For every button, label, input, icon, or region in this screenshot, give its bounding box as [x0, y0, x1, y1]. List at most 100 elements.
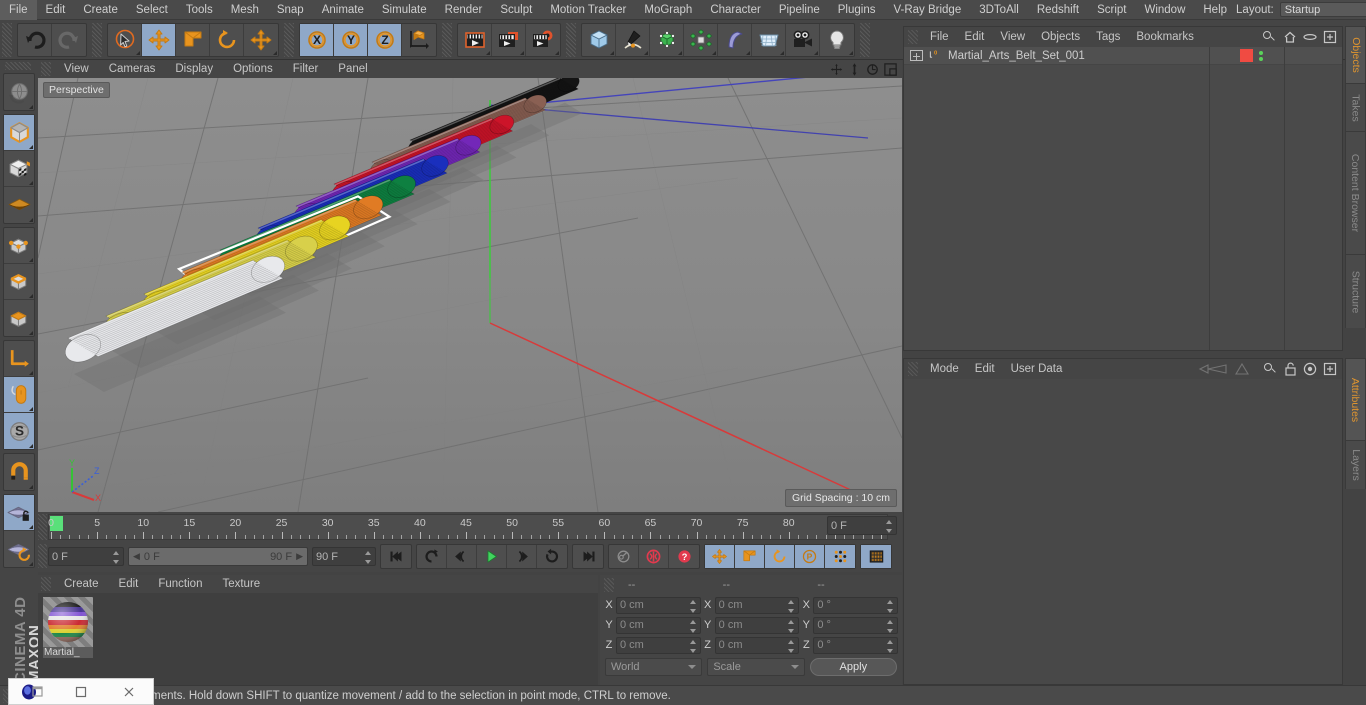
- toolbar-select-cursor-button[interactable]: [108, 23, 142, 56]
- toolbar-scale-button[interactable]: [176, 23, 210, 56]
- layout-dropdown[interactable]: Startup: [1279, 2, 1366, 17]
- size-x-field[interactable]: 0 cm: [714, 596, 800, 614]
- viewport-grip[interactable]: [41, 62, 51, 76]
- object-menu-edit[interactable]: Edit: [957, 27, 993, 47]
- stepper-icon[interactable]: [689, 619, 697, 633]
- menu-item-redshift[interactable]: Redshift: [1028, 0, 1088, 20]
- left-polygons-mode-button[interactable]: [4, 300, 34, 336]
- size-z-field[interactable]: 0 cm: [714, 636, 800, 654]
- menu-item-select[interactable]: Select: [127, 0, 177, 20]
- plus-box-icon[interactable]: [1323, 362, 1337, 376]
- menu-item-create[interactable]: Create: [74, 0, 127, 20]
- timeline-ruler[interactable]: 051015202530354045505560657075808590: [48, 514, 888, 540]
- stepper-icon[interactable]: [689, 599, 697, 613]
- preview-frame-field[interactable]: 0 F: [827, 516, 897, 535]
- left-model-mode-button[interactable]: [4, 115, 34, 151]
- material-menu-edit[interactable]: Edit: [109, 575, 149, 593]
- key-rotation-button[interactable]: [765, 545, 795, 568]
- left-workplane-mode-button[interactable]: [4, 187, 34, 223]
- object-menu-view[interactable]: View: [992, 27, 1033, 47]
- visibility-dot[interactable]: [1259, 56, 1263, 61]
- toolbar-y-axis-button[interactable]: Y: [334, 23, 368, 56]
- toolbar-rotate-button[interactable]: [210, 23, 244, 56]
- viewport-menu-filter[interactable]: Filter: [283, 60, 329, 78]
- toolbar-floor-environment-button[interactable]: [752, 23, 786, 56]
- material-menu-texture[interactable]: Texture: [212, 575, 270, 593]
- stepper-icon[interactable]: [788, 639, 795, 653]
- dropdown-corner-icon[interactable]: [136, 50, 140, 55]
- dock-tab-content-browser[interactable]: Content Browser: [1345, 131, 1366, 255]
- menu-item-window[interactable]: Window: [1135, 0, 1194, 20]
- menu-item-snap[interactable]: Snap: [268, 0, 313, 20]
- menu-item-3dtoall[interactable]: 3DToAll: [970, 0, 1028, 20]
- loop-button[interactable]: [537, 545, 567, 568]
- menu-item-pipeline[interactable]: Pipeline: [770, 0, 829, 20]
- dropdown-corner-icon[interactable]: [644, 50, 648, 55]
- search-icon[interactable]: [1261, 29, 1277, 45]
- maximize-icon[interactable]: [57, 678, 105, 705]
- viewport-3d[interactable]: Perspective Grid Spacing : 10 cm Y X Z: [38, 78, 902, 512]
- search-icon[interactable]: [1262, 361, 1278, 377]
- dropdown-corner-icon[interactable]: [29, 485, 33, 489]
- toolbar-grip[interactable]: [442, 22, 452, 57]
- menu-item-mesh[interactable]: Mesh: [222, 0, 268, 20]
- toolbar-camera-button[interactable]: [786, 23, 820, 56]
- dropdown-corner-icon[interactable]: [610, 50, 614, 55]
- toolbar-render-picture-viewer-button[interactable]: [492, 23, 526, 56]
- position-x-field[interactable]: 0 cm: [616, 596, 701, 614]
- timeline-row2-grip[interactable]: [38, 544, 47, 568]
- left-enable-axis-modification-button[interactable]: [4, 377, 34, 413]
- position-z-field[interactable]: 0 cm: [616, 636, 701, 654]
- left-object-axis-button[interactable]: [4, 341, 34, 377]
- toolbar-render-settings-button[interactable]: [526, 24, 560, 56]
- left-toolbar-grip[interactable]: [5, 62, 31, 70]
- stepper-icon[interactable]: [689, 639, 697, 653]
- home-icon[interactable]: [1283, 30, 1297, 44]
- menu-item-script[interactable]: Script: [1088, 0, 1135, 20]
- toolbar-z-axis-button[interactable]: Z: [368, 23, 402, 56]
- coordinate-space-dropdown[interactable]: World: [605, 658, 703, 676]
- lock-icon[interactable]: [1284, 362, 1297, 376]
- visibility-dot[interactable]: [1259, 50, 1263, 55]
- attribute-menu-mode[interactable]: Mode: [922, 359, 967, 379]
- menu-item-edit[interactable]: Edit: [37, 0, 75, 20]
- menu-item-tools[interactable]: Tools: [177, 0, 222, 20]
- left-texture-mode-button[interactable]: [4, 151, 34, 187]
- end-frame-field[interactable]: 90 F: [312, 547, 376, 566]
- toolbar-x-axis-button[interactable]: X: [300, 23, 334, 56]
- toolbar-world-coordinate-button[interactable]: [402, 24, 436, 56]
- toolbar-render-view-button[interactable]: [458, 23, 492, 56]
- material-list[interactable]: Martial_: [38, 593, 598, 685]
- target-icon[interactable]: [1303, 362, 1317, 376]
- stepper-icon[interactable]: [886, 520, 893, 533]
- dropdown-corner-icon[interactable]: [29, 331, 33, 335]
- menu-item-v-ray-bridge[interactable]: V-Ray Bridge: [884, 0, 970, 20]
- rotate-view-icon[interactable]: [865, 62, 880, 77]
- stepper-icon[interactable]: [887, 639, 894, 653]
- key-parameter-button[interactable]: P: [795, 545, 825, 568]
- dropdown-corner-icon[interactable]: [712, 50, 716, 55]
- menu-item-render[interactable]: Render: [436, 0, 492, 20]
- object-tree[interactable]: 0 Martial_Arts_Belt_Set_001: [904, 47, 1342, 350]
- rotation-y-field[interactable]: 0 °: [813, 616, 899, 634]
- dropdown-corner-icon[interactable]: [29, 105, 33, 109]
- dropdown-corner-icon[interactable]: [29, 371, 33, 375]
- menu-item-sculpt[interactable]: Sculpt: [491, 0, 541, 20]
- object-row[interactable]: 0 Martial_Arts_Belt_Set_001: [904, 47, 1342, 65]
- attribute-manager-grip[interactable]: [908, 362, 918, 376]
- menu-item-mograph[interactable]: MoGraph: [635, 0, 701, 20]
- material-item[interactable]: Martial_: [43, 597, 93, 658]
- material-menu-function[interactable]: Function: [148, 575, 212, 593]
- left-magnet-button[interactable]: [4, 454, 34, 490]
- dropdown-corner-icon[interactable]: [746, 50, 750, 55]
- range-right-arrow-icon[interactable]: ▶: [296, 551, 303, 562]
- left-edges-mode-button[interactable]: [4, 264, 34, 300]
- dropdown-corner-icon[interactable]: [555, 50, 559, 55]
- dropdown-corner-icon[interactable]: [29, 407, 33, 411]
- dock-tab-attributes[interactable]: Attributes: [1345, 358, 1366, 440]
- layers-icon[interactable]: [1303, 30, 1317, 44]
- play-reverse-loop-button[interactable]: [417, 545, 447, 568]
- key-position-button[interactable]: [705, 545, 735, 568]
- dock-tab-layers[interactable]: Layers: [1345, 440, 1366, 490]
- record-key-button[interactable]: [609, 545, 639, 568]
